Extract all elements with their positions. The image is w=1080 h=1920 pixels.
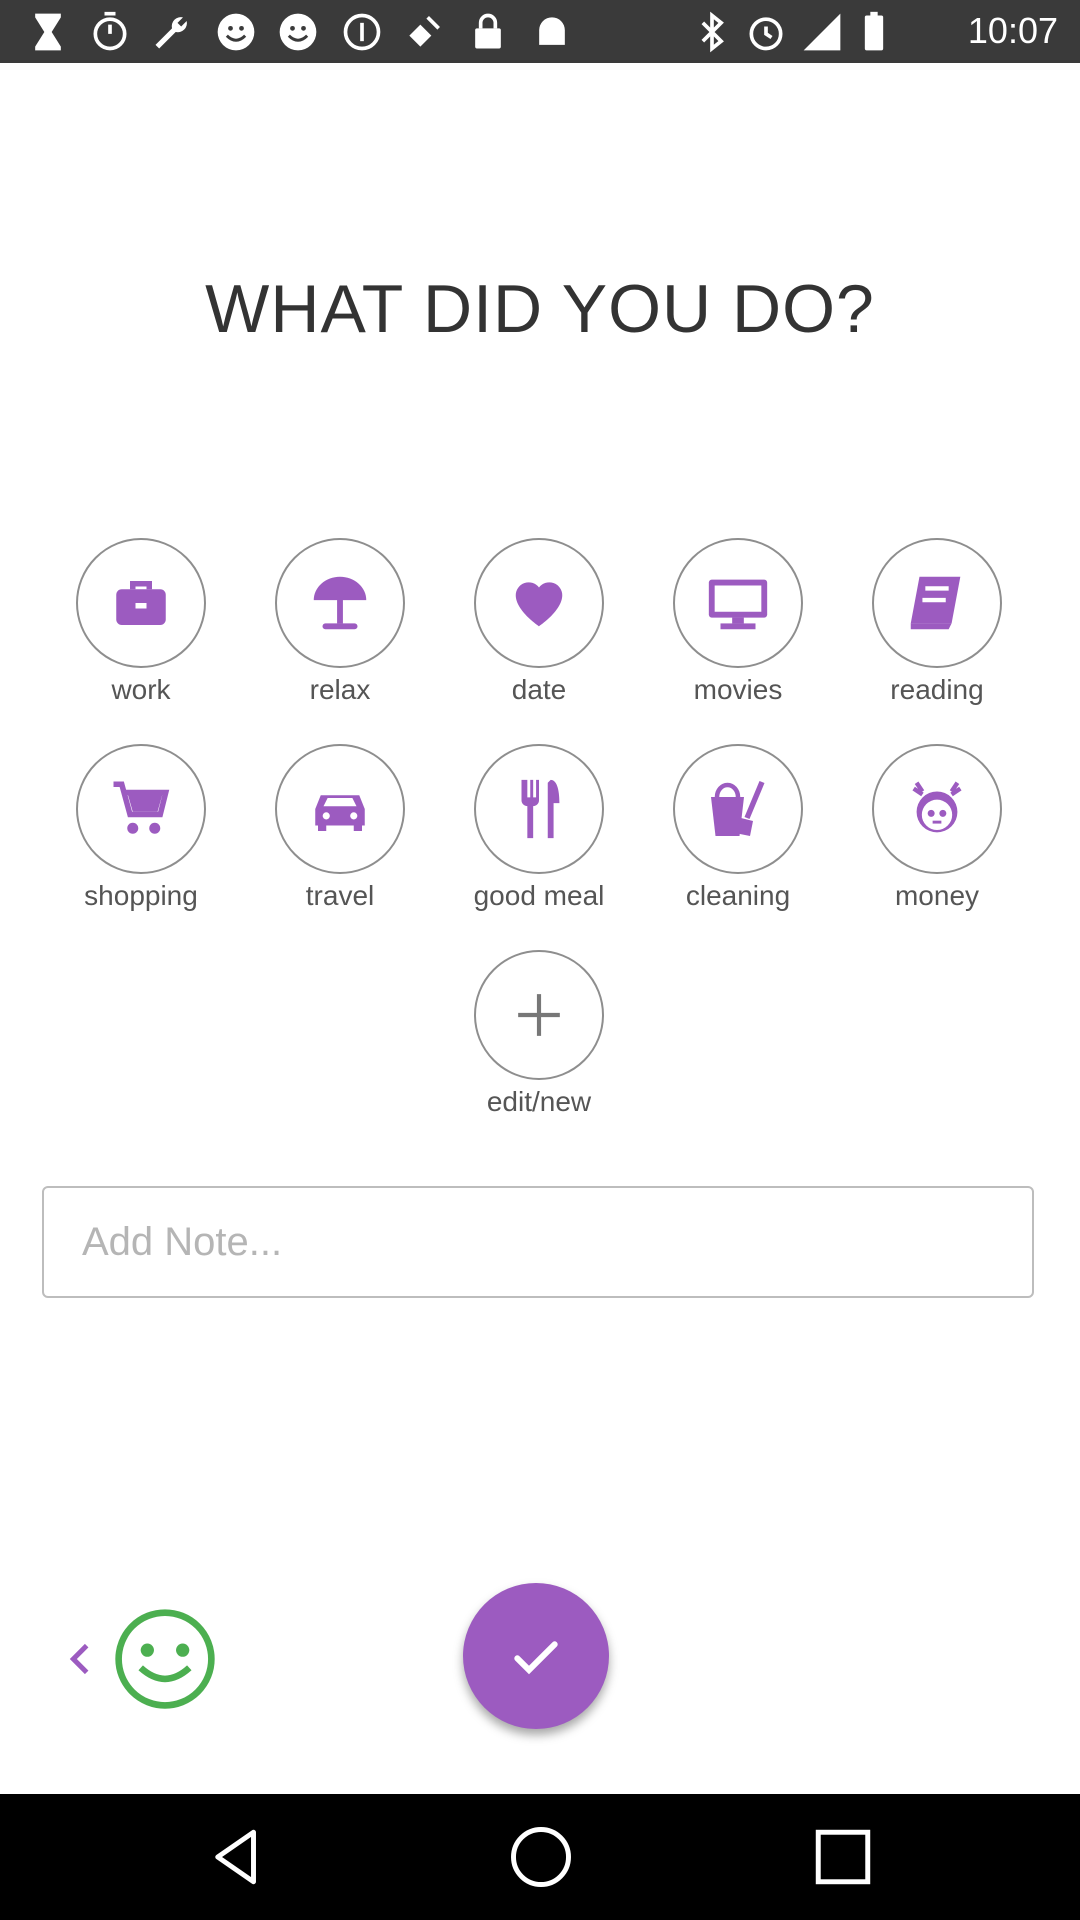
- activity-label: money: [894, 880, 980, 911]
- activity-label: edit/new: [486, 1086, 592, 1117]
- android-icon: [539, 17, 565, 45]
- umbrella-icon: [313, 576, 367, 630]
- activity-label: relax: [309, 674, 371, 705]
- activity-movies[interactable]: movies: [638, 538, 838, 738]
- bluetooth-icon: [701, 11, 724, 53]
- mood-smiley-icon[interactable]: [112, 1606, 218, 1712]
- signal-icon: [803, 13, 841, 51]
- activity-reading[interactable]: reading: [837, 538, 1037, 738]
- activity-good-meal[interactable]: good meal: [439, 744, 639, 944]
- car-icon: [315, 795, 365, 831]
- activity-label: movies: [693, 674, 783, 705]
- info-icon: [343, 13, 381, 51]
- satellite-icon: [409, 16, 440, 47]
- back-nav-icon[interactable]: [204, 1824, 270, 1890]
- activity-money[interactable]: money: [837, 744, 1037, 944]
- activity-travel[interactable]: travel: [240, 744, 440, 944]
- status-bar: 10:07: [0, 0, 1080, 63]
- fork-knife-icon: [521, 779, 560, 839]
- briefcase-icon: [116, 581, 166, 625]
- home-nav-icon[interactable]: [508, 1824, 574, 1890]
- navigation-bar: [0, 1794, 1080, 1920]
- lock-icon: [475, 13, 501, 49]
- recents-nav-icon[interactable]: [810, 1824, 876, 1890]
- wrench-icon: [155, 17, 187, 49]
- activity-label: date: [511, 674, 567, 705]
- check-icon: [514, 1641, 558, 1675]
- plus-icon: [518, 994, 560, 1036]
- cart-icon: [113, 781, 170, 834]
- monitor-icon: [708, 579, 768, 630]
- activity-cleaning[interactable]: cleaning: [638, 744, 838, 944]
- activity-label: cleaning: [685, 880, 791, 911]
- activity-label: good meal: [473, 880, 605, 911]
- activity-label: reading: [890, 674, 984, 705]
- page-title: WHAT DID YOU DO?: [205, 271, 875, 347]
- battery-icon: [864, 11, 884, 51]
- bucket-brush-icon: [711, 780, 765, 836]
- smiley-icon: [217, 13, 255, 51]
- girl-face-icon: [912, 781, 962, 833]
- smiley-icon: [279, 13, 317, 51]
- alarm-icon: [749, 17, 783, 51]
- status-time: 10:07: [967, 10, 1058, 51]
- activity-work[interactable]: work: [41, 538, 241, 738]
- confirm-button[interactable]: [463, 1583, 609, 1729]
- activity-label: travel: [305, 880, 375, 911]
- back-chevron-icon[interactable]: [60, 1636, 100, 1682]
- activity-shopping[interactable]: shopping: [41, 744, 241, 944]
- activity-edit-new[interactable]: edit/new: [439, 950, 639, 1150]
- add-note-input[interactable]: [42, 1186, 1034, 1298]
- activity-label: work: [111, 674, 171, 705]
- activity-relax[interactable]: relax: [240, 538, 440, 738]
- activity-date[interactable]: date: [439, 538, 639, 738]
- book-icon: [910, 576, 961, 630]
- activity-label: shopping: [84, 880, 198, 911]
- stopwatch-icon: [93, 11, 127, 51]
- heart-icon: [515, 582, 563, 627]
- hourglass-icon: [35, 13, 61, 51]
